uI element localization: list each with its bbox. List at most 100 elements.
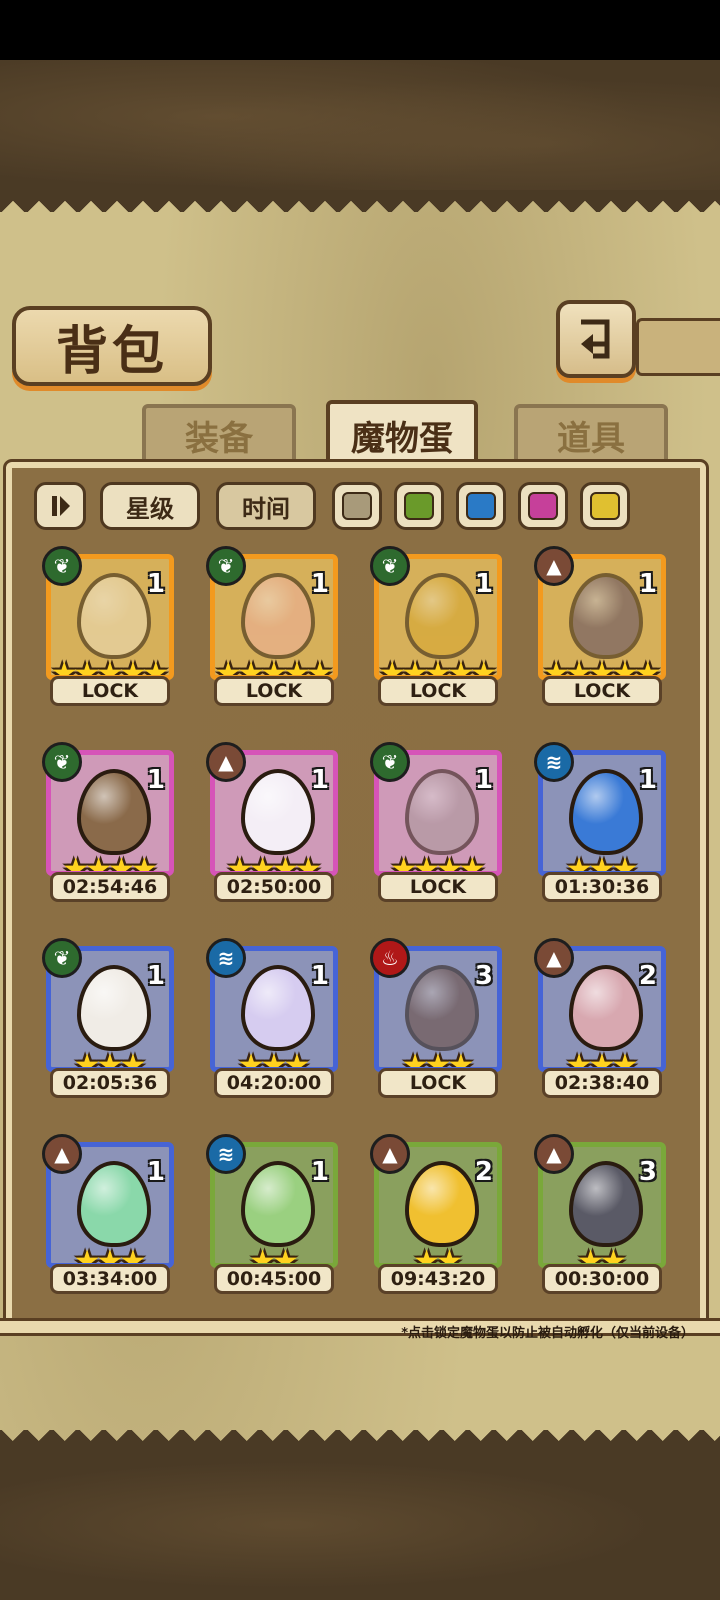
hatch-timer[interactable]: 02:50:00 — [214, 872, 334, 902]
egg-card[interactable]: 1 ★ ★ ★ ★ ▲ 02:50:00 — [206, 742, 338, 902]
egg-card[interactable]: 2 ★ ★ ★ ▲ 02:38:40 — [534, 938, 666, 1098]
sort-by-time-button[interactable]: 时间 — [216, 482, 316, 530]
monster-egg-icon — [569, 573, 643, 659]
mountain-icon: ▲ — [42, 1134, 82, 1174]
egg-card[interactable]: 1 ★ ★ ★ ★ ★ ▲ LOCK — [534, 546, 666, 706]
leaf-icon: ❦ — [42, 546, 82, 586]
hatch-timer[interactable]: 03:34:00 — [50, 1264, 170, 1294]
hatch-timer[interactable]: 00:45:00 — [214, 1264, 334, 1294]
egg-count: 1 — [146, 765, 165, 795]
page-title: 背包 — [55, 321, 168, 382]
wave-icon: ≋ — [534, 742, 574, 782]
egg-card[interactable]: 1 ★ ★ ≋ 00:45:00 — [206, 1134, 338, 1294]
lock-label[interactable]: LOCK — [378, 676, 498, 706]
hatch-timer[interactable]: 00:30:00 — [542, 1264, 662, 1294]
egg-count: 1 — [310, 569, 329, 599]
lock-label[interactable]: LOCK — [378, 1068, 498, 1098]
tab-items[interactable]: 道具 — [514, 404, 668, 466]
egg-count: 3 — [474, 961, 493, 991]
sort-order-icon — [52, 496, 70, 516]
egg-card[interactable]: 3 ★ ★ ▲ 00:30:00 — [534, 1134, 666, 1294]
color-swatch-blue — [466, 492, 496, 520]
tab-monster-eggs-label: 魔物蛋 — [351, 418, 453, 459]
egg-card[interactable]: 1 ★ ★ ★ ▲ 03:34:00 — [42, 1134, 174, 1294]
monster-egg-icon — [77, 965, 151, 1051]
monster-egg-icon — [405, 965, 479, 1051]
wave-icon: ≋ — [206, 1134, 246, 1174]
egg-card[interactable]: 3 ★ ★ ★ ♨ LOCK — [370, 938, 502, 1098]
color-swatch-yellow — [590, 492, 620, 520]
egg-count: 1 — [146, 961, 165, 991]
hatch-timer[interactable]: 02:54:46 — [50, 872, 170, 902]
color-swatch-green — [404, 492, 434, 520]
mountain-icon: ▲ — [534, 546, 574, 586]
torn-edge-top — [0, 190, 720, 212]
color-filter-gray[interactable] — [332, 482, 382, 530]
sort-by-star-button[interactable]: 星级 — [100, 482, 200, 530]
hatch-timer[interactable]: 02:38:40 — [542, 1068, 662, 1098]
hatch-timer[interactable]: 02:05:36 — [50, 1068, 170, 1098]
monster-egg-icon — [77, 573, 151, 659]
egg-count: 1 — [474, 765, 493, 795]
egg-card[interactable]: 1 ★ ★ ★ ≋ 01:30:36 — [534, 742, 666, 902]
lock-hint-text: *点击锁定魔物蛋以防止被自动孵化（仅当前设备） — [401, 1326, 694, 1341]
background-map-top — [0, 60, 720, 200]
monster-egg-icon — [241, 1161, 315, 1247]
egg-count: 1 — [310, 1157, 329, 1187]
back-arrow-icon — [581, 319, 610, 359]
leaf-icon: ❦ — [206, 546, 246, 586]
egg-count: 1 — [474, 569, 493, 599]
color-filter-green[interactable] — [394, 482, 444, 530]
monster-egg-icon — [77, 1161, 151, 1247]
egg-card[interactable]: 1 ★ ★ ★ ★ ❦ LOCK — [370, 742, 502, 902]
egg-card[interactable]: 1 ★ ★ ★ ★ ★ ❦ LOCK — [370, 546, 502, 706]
color-swatch-pink — [528, 492, 558, 520]
egg-card[interactable]: 1 ★ ★ ★ ★ ★ ❦ LOCK — [206, 546, 338, 706]
tab-monster-eggs[interactable]: 魔物蛋 — [326, 400, 478, 470]
egg-card[interactable]: 1 ★ ★ ★ ★ ❦ 02:54:46 — [42, 742, 174, 902]
background-map-bottom — [0, 1450, 720, 1600]
egg-count: 1 — [146, 1157, 165, 1187]
color-swatch-gray — [342, 492, 372, 520]
egg-card[interactable]: 1 ★ ★ ★ ❦ 02:05:36 — [42, 938, 174, 1098]
status-bar — [0, 0, 720, 60]
leaf-icon: ❦ — [42, 938, 82, 978]
leaf-icon: ❦ — [42, 742, 82, 782]
mountain-icon: ▲ — [534, 1134, 574, 1174]
sort-order-toggle[interactable] — [34, 482, 86, 530]
monster-egg-icon — [569, 965, 643, 1051]
mountain-icon: ▲ — [206, 742, 246, 782]
tab-equipment[interactable]: 装备 — [142, 404, 296, 466]
mountain-icon: ▲ — [370, 1134, 410, 1174]
lock-label[interactable]: LOCK — [378, 872, 498, 902]
egg-count: 1 — [310, 961, 329, 991]
egg-count: 2 — [638, 961, 657, 991]
color-filter-blue[interactable] — [456, 482, 506, 530]
monster-egg-icon — [405, 769, 479, 855]
color-filter-pink[interactable] — [518, 482, 568, 530]
egg-card[interactable]: 1 ★ ★ ★ ≋ 04:20:00 — [206, 938, 338, 1098]
tab-items-label: 道具 — [557, 418, 625, 459]
monster-egg-icon — [77, 769, 151, 855]
sort-by-star-label: 星级 — [126, 494, 174, 523]
tab-equipment-label: 装备 — [185, 418, 253, 459]
monster-egg-icon — [405, 1161, 479, 1247]
leaf-icon: ❦ — [370, 742, 410, 782]
monster-egg-icon — [569, 769, 643, 855]
lock-label[interactable]: LOCK — [542, 676, 662, 706]
lock-label[interactable]: LOCK — [50, 676, 170, 706]
wave-icon: ≋ — [206, 938, 246, 978]
leaf-icon: ❦ — [370, 546, 410, 586]
hatch-timer[interactable]: 01:30:36 — [542, 872, 662, 902]
hatch-timer[interactable]: 09:43:20 — [378, 1264, 498, 1294]
sort-by-time-label: 时间 — [242, 494, 290, 523]
egg-card[interactable]: 2 ★ ★ ▲ 09:43:20 — [370, 1134, 502, 1294]
color-filter-yellow[interactable] — [580, 482, 630, 530]
back-button[interactable] — [556, 300, 636, 378]
lock-label[interactable]: LOCK — [214, 676, 334, 706]
flame-icon: ♨ — [370, 938, 410, 978]
monster-egg-icon — [241, 965, 315, 1051]
hatch-timer[interactable]: 04:20:00 — [214, 1068, 334, 1098]
egg-card[interactable]: 1 ★ ★ ★ ★ ★ ❦ LOCK — [42, 546, 174, 706]
egg-count: 3 — [638, 1157, 657, 1187]
